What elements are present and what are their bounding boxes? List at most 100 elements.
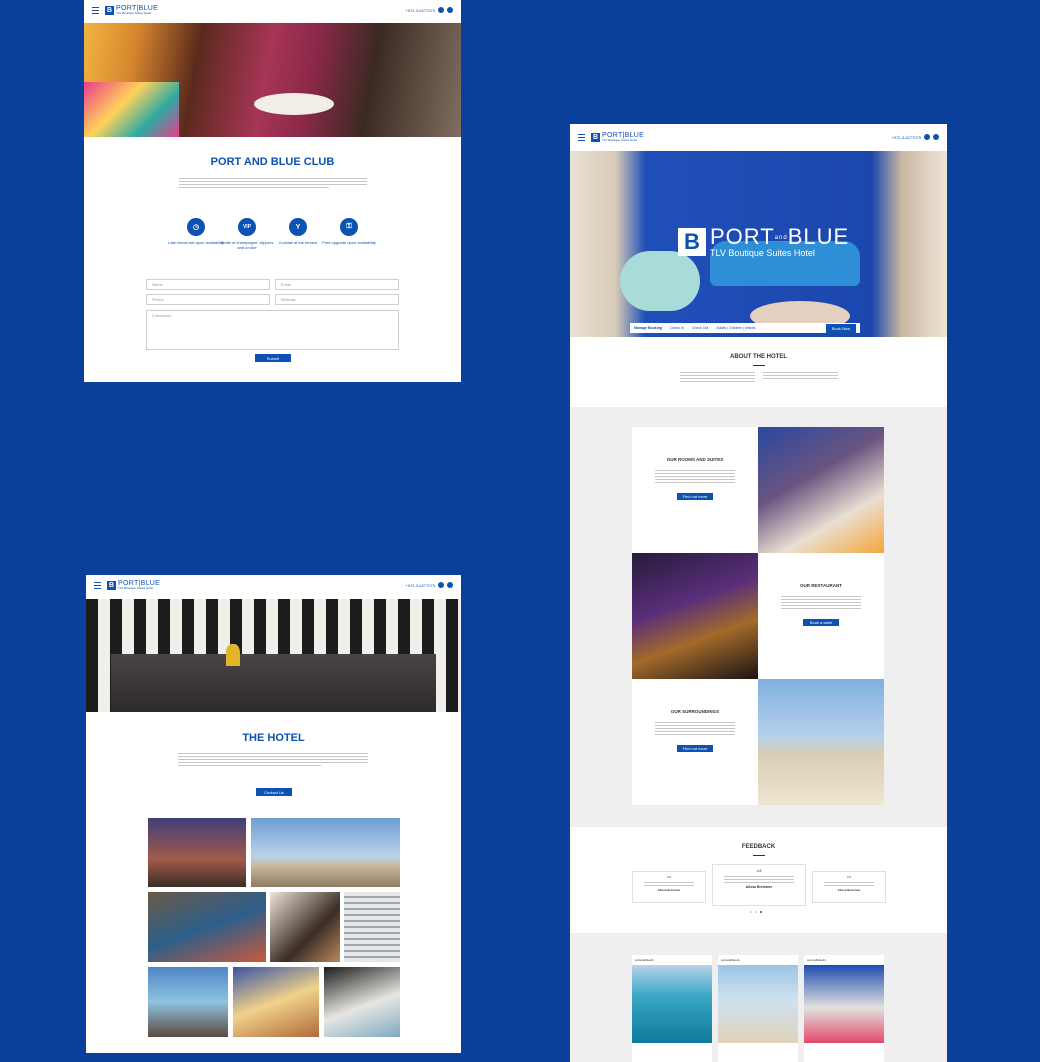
logo-tagline: TLV Boutique Suites Hotel	[602, 138, 637, 142]
surroundings-photo	[758, 679, 884, 805]
cocktail-icon: Y	[289, 218, 307, 236]
name-field[interactable]: Name	[146, 279, 270, 290]
logo-mark: B	[591, 132, 600, 142]
hamburger-menu-icon[interactable]	[578, 133, 585, 141]
sofa-cushions	[84, 82, 179, 137]
phone-field[interactable]: Phone	[146, 294, 270, 305]
feedback-author: Alissa Bremmer	[837, 888, 861, 892]
facebook-icon[interactable]	[447, 582, 453, 588]
gallery-photo-rooftop[interactable]	[148, 967, 228, 1037]
gallery-photo-terrace[interactable]	[148, 818, 246, 887]
hero-name: PORT	[710, 224, 775, 249]
home-hero-image: B PORTandBLUE TLV Boutique Suites Hotel …	[570, 151, 947, 337]
rooms-title: OUR ROOMS AND SUITES	[666, 457, 724, 462]
rooms-section: OUR ROOMS AND SUITES Find out more OUR R…	[570, 407, 947, 827]
clock-icon: ◷	[187, 218, 205, 236]
instagram-handle: portandbluetlv	[721, 958, 740, 962]
manage-booking-label: Manage Booking	[634, 326, 663, 330]
phone-icon[interactable]	[438, 582, 444, 588]
hero-logo: B PORTandBLUE TLV Boutique Suites Hotel	[678, 226, 849, 258]
hotel-title: THE HOTEL	[242, 732, 305, 744]
logo-mark: B	[105, 5, 114, 15]
gallery-photo-building[interactable]	[344, 892, 400, 962]
gallery-photo-beach[interactable]	[251, 818, 400, 887]
gallery-photo-suite[interactable]	[148, 892, 266, 962]
contact-us-button[interactable]: Contact Us	[256, 788, 292, 796]
about-divider	[753, 365, 765, 366]
instagram-section: portandbluetlv portandbluetlv portandblu…	[570, 933, 947, 1062]
feature-upgrade: ⚿ Free upgrade upon availability	[319, 218, 379, 245]
hero-armchair	[620, 251, 700, 311]
logo[interactable]: B PORT|BLUE TLV Boutique Suites Hotel	[105, 5, 158, 15]
logo-mark: B	[107, 580, 116, 590]
key-icon: ⚿	[340, 218, 358, 236]
rooms-button[interactable]: Find out more	[677, 493, 713, 500]
about-title: ABOUT THE HOTEL	[730, 354, 787, 360]
logo-tagline: TLV Boutique Suites Hotel	[118, 586, 153, 590]
restaurant-photo	[632, 553, 758, 679]
facebook-icon[interactable]	[447, 7, 453, 13]
surroundings-card: OUR SURROUNDINGS Find out more	[632, 679, 758, 805]
club-hero-image	[84, 23, 461, 137]
birthday-field[interactable]: Birthday	[275, 294, 399, 305]
hero-subtitle: TLV Boutique Suites Hotel	[710, 248, 815, 258]
instagram-handle: portandbluetlv	[807, 958, 826, 962]
hamburger-menu-icon[interactable]	[92, 6, 99, 14]
hero-logo-mark: B	[678, 228, 706, 256]
restaurant-card: OUR RESTAURANT Book a table	[758, 553, 884, 679]
hotel-page-panel: B PORT|BLUE TLV Boutique Suites Hotel +97…	[86, 575, 461, 1053]
lounge-sofa	[111, 654, 436, 712]
gallery-photo-amenities[interactable]	[324, 967, 400, 1037]
hero-and: and	[774, 235, 788, 242]
about-text-left	[680, 372, 755, 384]
gallery-photo-bedroom[interactable]	[233, 967, 319, 1037]
club-page-panel: B PORT|BLUE TLV Boutique Suites Hotel +97…	[84, 0, 461, 382]
surroundings-title: OUR SURROUNDINGS	[670, 709, 720, 714]
email-field[interactable]: Email	[275, 279, 399, 290]
guests-field[interactable]: Adults | Children | Infants	[716, 326, 755, 330]
restaurant-button[interactable]: Book a table	[803, 619, 839, 626]
logo-tagline: TLV Boutique Suites Hotel	[116, 11, 151, 15]
surroundings-button[interactable]: Find out more	[677, 745, 713, 752]
comments-field[interactable]: Comments	[146, 310, 399, 350]
hotel-description	[178, 753, 368, 768]
feedback-card-1[interactable]: 4.6 Alissa Bremmer	[632, 871, 706, 903]
submit-button[interactable]: Submit	[255, 354, 291, 362]
vip-icon: VIP	[238, 218, 256, 236]
phone-icon[interactable]	[438, 7, 444, 13]
hotel-navbar: B PORT|BLUE TLV Boutique Suites Hotel +97…	[86, 575, 461, 595]
book-now-button[interactable]: Book Now	[825, 323, 856, 333]
feedback-author: Alissa Bremmer	[745, 885, 773, 889]
check-in-field[interactable]: Check In	[670, 326, 684, 330]
club-title: PORT AND BLUE CLUB	[210, 156, 335, 168]
feedback-pagination[interactable]	[750, 911, 762, 913]
phone-number[interactable]: +972-3-6277075	[406, 8, 435, 13]
logo[interactable]: B PORT|BLUE TLV Boutique Suites Hotel	[591, 132, 644, 142]
about-text-right	[763, 372, 838, 381]
yellow-chair	[226, 644, 240, 666]
home-page-panel: B PORT|BLUE TLV Boutique Suites Hotel +97…	[570, 124, 947, 1062]
instagram-post-3[interactable]: portandbluetlv	[804, 955, 884, 1062]
instagram-post-1[interactable]: portandbluetlv	[632, 955, 712, 1062]
facebook-icon[interactable]	[933, 134, 939, 140]
instagram-post-2[interactable]: portandbluetlv	[718, 955, 798, 1062]
feedback-card-2[interactable]: 4.8 Alissa Bremmer	[712, 864, 806, 906]
feedback-author: Alissa Bremmer	[657, 888, 681, 892]
feedback-rating: 4.8	[756, 869, 762, 873]
gallery-photo-chair[interactable]	[270, 892, 340, 962]
booking-bar: Manage Booking Check In Check Out Adults…	[630, 323, 860, 333]
phone-number[interactable]: +972-3-6277075	[892, 135, 921, 140]
rooms-card: OUR ROOMS AND SUITES Find out more	[632, 427, 758, 553]
phone-number[interactable]: +972-3-6277075	[406, 583, 435, 588]
hero-name-2: BLUE	[787, 224, 850, 249]
club-description	[179, 178, 367, 190]
feedback-card-3[interactable]: 4.6 Alissa Bremmer	[812, 871, 886, 903]
feedback-divider	[753, 855, 765, 856]
hamburger-menu-icon[interactable]	[94, 581, 101, 589]
club-navbar: B PORT|BLUE TLV Boutique Suites Hotel +97…	[84, 0, 461, 20]
phone-icon[interactable]	[924, 134, 930, 140]
feedback-title: FEEDBACK	[741, 844, 776, 850]
feedback-rating: 4.6	[666, 875, 672, 879]
logo[interactable]: B PORT|BLUE TLV Boutique Suites Hotel	[107, 580, 160, 590]
check-out-field[interactable]: Check Out	[692, 326, 709, 330]
